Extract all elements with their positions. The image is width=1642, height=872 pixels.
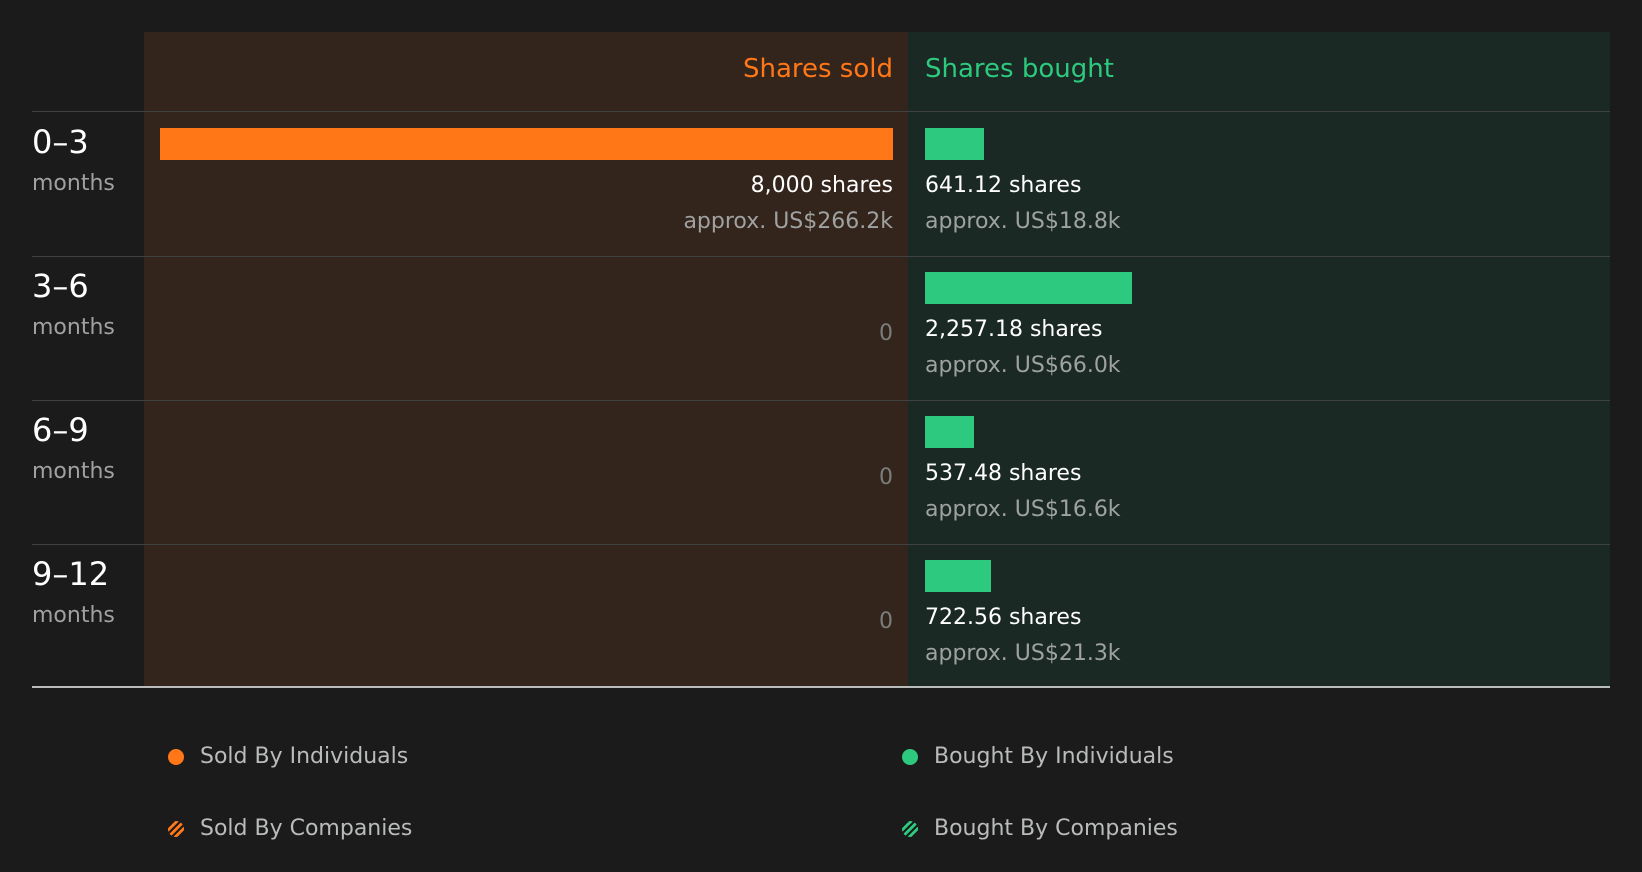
legend-item-bought-by-companies: Bought By Companies [902,814,1178,844]
bought-bar [925,416,975,448]
period-unit-label: months [32,603,115,628]
legend-label: Bought By Companies [934,816,1178,841]
period-row: 9–12 months 0 722.56 shares approx. US$2… [0,544,1642,688]
period-unit-label: months [32,171,115,196]
bought-shares-label: 2,257.18 shares [925,317,1103,342]
period-row: 3–6 months 0 2,257.18 shares approx. US$… [0,256,1642,400]
bought-approx-value: approx. US$21.3k [925,641,1121,666]
sold-zero-label: 0 [879,465,893,490]
bought-bar [925,272,1132,304]
sold-shares-label: 8,000 shares [750,173,893,198]
period-row: 6–9 months 0 537.48 shares approx. US$16… [0,400,1642,544]
legend-label: Sold By Companies [200,816,413,841]
sold-bar [160,128,893,160]
period-unit-label: months [32,459,115,484]
striped-dot-icon [168,821,184,837]
legend-label: Bought By Individuals [934,744,1174,769]
bought-approx-value: approx. US$18.8k [925,209,1121,234]
solid-dot-icon [902,749,918,765]
bought-bar [925,128,984,160]
legend-item-sold-by-companies: Sold By Companies [168,814,412,844]
bought-shares-label: 537.48 shares [925,461,1082,486]
period-range-label: 0–3 [32,123,89,161]
period-range-label: 9–12 [32,555,110,593]
legend-item-sold-by-individuals: Sold By Individuals [168,742,408,772]
bought-bar [925,560,992,592]
sold-approx-value: approx. US$266.2k [683,209,893,234]
bought-shares-label: 641.12 shares [925,173,1082,198]
period-unit-label: months [32,315,115,340]
sold-zero-label: 0 [879,609,893,634]
chart-baseline [32,686,1610,688]
solid-dot-icon [168,749,184,765]
legend-label: Sold By Individuals [200,744,409,769]
bought-shares-label: 722.56 shares [925,605,1082,630]
bought-approx-value: approx. US$16.6k [925,497,1121,522]
shares-bought-header: Shares bought [925,54,1114,84]
period-range-label: 3–6 [32,267,89,305]
bought-approx-value: approx. US$66.0k [925,353,1121,378]
sold-zero-label: 0 [879,321,893,346]
legend-item-bought-by-individuals: Bought By Individuals [902,742,1174,772]
shares-sold-header: Shares sold [742,54,893,84]
insider-trading-chart: Shares sold Shares bought 0–3 months 8,0… [0,0,1642,872]
striped-dot-icon [902,821,918,837]
period-range-label: 6–9 [32,411,89,449]
period-row: 0–3 months 8,000 shares approx. US$266.2… [0,112,1642,256]
